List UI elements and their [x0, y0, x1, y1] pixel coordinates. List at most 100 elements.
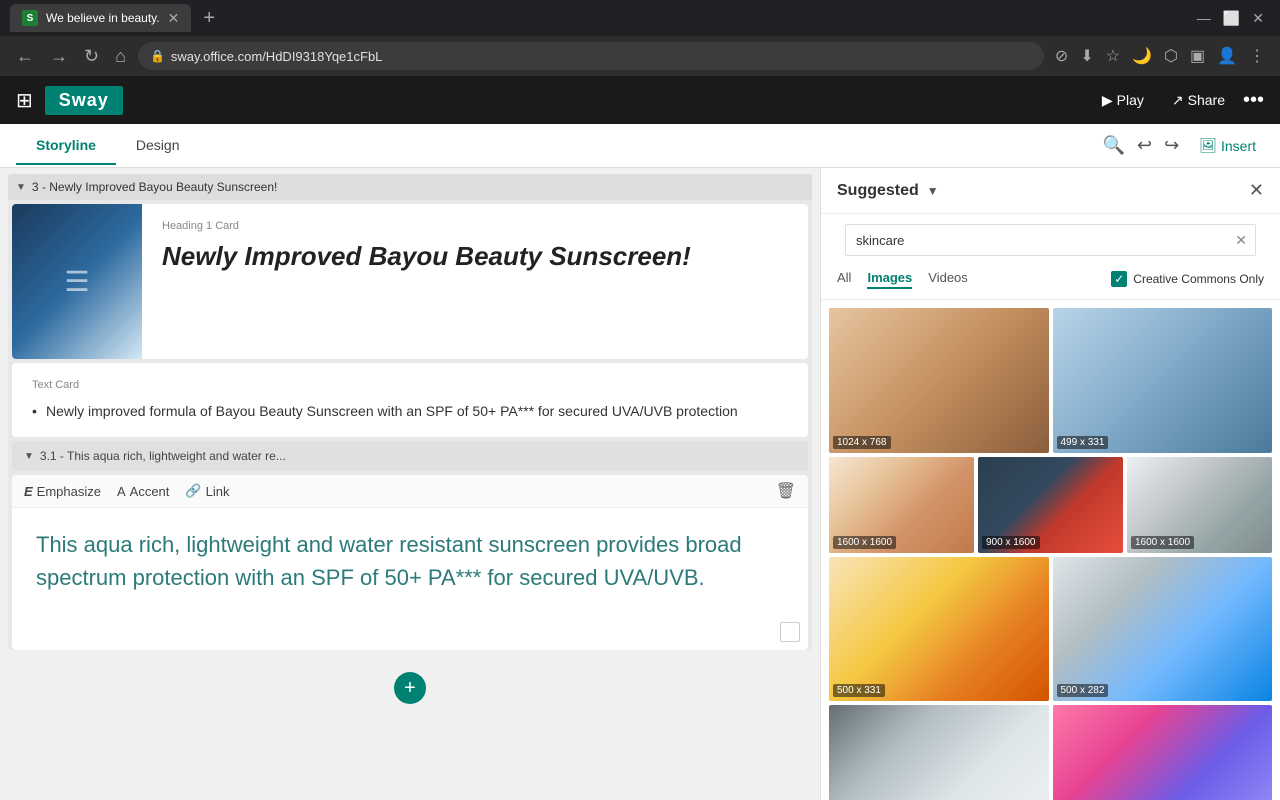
- tab-close-btn[interactable]: ✕: [168, 10, 180, 27]
- add-card-btn[interactable]: +: [394, 672, 426, 704]
- panel-close-btn[interactable]: ✕: [1249, 180, 1264, 201]
- storyline-panel: ▼ 3 - Newly Improved Bayou Beauty Sunscr…: [0, 168, 820, 800]
- browser-tab[interactable]: S We believe in beauty. ✕: [10, 4, 191, 32]
- emphasize-icon: E: [24, 484, 33, 499]
- image-placeholder-icon: ☰: [64, 265, 89, 298]
- image-thumb-2[interactable]: 499 x 331: [1053, 308, 1273, 453]
- tab-bar: Storyline Design 🔍 ↩ ↪ 🖼 Insert: [0, 124, 1280, 168]
- address-bar[interactable]: 🔒 sway.office.com/HdDI9318Yqe1cFbL: [138, 42, 1044, 70]
- image-thumb-1[interactable]: 1024 x 768: [829, 308, 1049, 453]
- thumb-inner-5: 1600 x 1600: [1127, 457, 1272, 553]
- edit-toolbar: E Emphasize A Accent 🔗 Link 🗑: [12, 475, 808, 508]
- browser-minimize-btn[interactable]: —: [1191, 10, 1217, 26]
- image-thumb-7[interactable]: 500 x 282: [1053, 557, 1273, 702]
- image-thumb-9[interactable]: 1000 x 1000: [1053, 705, 1273, 800]
- text-card[interactable]: Text Card Newly improved formula of Bayo…: [12, 363, 808, 437]
- heading-card-label: Heading 1 Card: [162, 220, 788, 232]
- profile-icon[interactable]: 👤: [1214, 46, 1240, 66]
- resize-handle[interactable]: [780, 622, 800, 642]
- card-content: Heading 1 Card Newly Improved Bayou Beau…: [142, 204, 808, 359]
- nav-actions: ⊘ ⬇ ☆ 🌙 ⬡ ▣ 👤 ⋮: [1052, 46, 1268, 66]
- cc-checkbox-container[interactable]: ✓ Creative Commons Only: [1111, 271, 1264, 287]
- download-icon[interactable]: ⬇: [1077, 46, 1096, 66]
- sway-logo: Sway: [45, 86, 123, 115]
- more-options-btn[interactable]: •••: [1243, 89, 1264, 112]
- star-icon[interactable]: ☆: [1103, 46, 1123, 66]
- tab-title: We believe in beauty.: [46, 11, 160, 25]
- filter-images-tab[interactable]: Images: [867, 268, 912, 289]
- accent-tool[interactable]: A Accent: [117, 484, 169, 499]
- accent-icon: A: [117, 484, 126, 499]
- settings-icon[interactable]: ⋮: [1246, 46, 1268, 66]
- lock-icon: 🔒: [150, 49, 165, 63]
- forward-btn[interactable]: →: [46, 44, 72, 69]
- browser-nav-bar: ← → ↻ ⌂ 🔒 sway.office.com/HdDI9318Yqe1cF…: [0, 36, 1280, 76]
- home-btn[interactable]: ⌂: [111, 44, 130, 69]
- undo-btn[interactable]: ↩: [1137, 135, 1152, 156]
- thumb-bg-6: [829, 557, 1049, 702]
- image-thumb-4[interactable]: 900 x 1600: [978, 457, 1123, 553]
- thumb-label-7: 500 x 282: [1057, 684, 1109, 697]
- filter-all-tab[interactable]: All: [837, 268, 851, 289]
- panel-dropdown-icon[interactable]: ▼: [927, 184, 939, 198]
- tab-design[interactable]: Design: [116, 127, 200, 165]
- thumb-label-6: 500 x 331: [833, 684, 885, 697]
- image-thumb-6[interactable]: 500 x 331: [829, 557, 1049, 702]
- insert-icon: 🖼: [1199, 137, 1217, 154]
- text-card-label: Text Card: [32, 379, 788, 391]
- thumb-bg-7: [1053, 557, 1273, 702]
- thumb-inner-7: 500 x 282: [1053, 557, 1273, 702]
- image-row-2: 1600 x 1600 900 x 1600 1600 x 1600: [829, 457, 1272, 553]
- search-btn[interactable]: 🔍: [1103, 135, 1125, 156]
- insert-button[interactable]: 🖼 Insert: [1191, 133, 1264, 158]
- browser-tab-bar: S We believe in beauty. ✕ + — ⬜ ✕: [0, 0, 1280, 36]
- image-thumb-5[interactable]: 1600 x 1600: [1127, 457, 1272, 553]
- header-actions: ▶ Play ↗ Share •••: [1092, 86, 1264, 115]
- story-item-3: ▼ 3 - Newly Improved Bayou Beauty Sunscr…: [8, 174, 812, 650]
- sub-collapse-icon[interactable]: ▼: [24, 451, 34, 462]
- extension-icon[interactable]: ⬡: [1161, 46, 1181, 66]
- search-input[interactable]: [846, 233, 1227, 248]
- play-icon: ▶: [1102, 92, 1113, 109]
- heading-card[interactable]: ☰ Heading 1 Card Newly Improved Bayou Be…: [12, 204, 808, 359]
- main-layout: ▼ 3 - Newly Improved Bayou Beauty Sunscr…: [0, 168, 1280, 800]
- play-button[interactable]: ▶ Play: [1092, 86, 1154, 115]
- panel-header: Suggested ▼ ✕: [821, 168, 1280, 214]
- tab-storyline[interactable]: Storyline: [16, 127, 116, 165]
- refresh-btn[interactable]: ↻: [80, 44, 103, 69]
- emphasize-tool[interactable]: E Emphasize: [24, 484, 101, 499]
- browser-maximize-btn[interactable]: ⬜: [1217, 10, 1246, 27]
- heading-card-title: Newly Improved Bayou Beauty Sunscreen!: [162, 240, 788, 274]
- delete-btn[interactable]: 🗑: [776, 481, 796, 501]
- sidebar-icon[interactable]: ▣: [1187, 46, 1208, 66]
- back-btn[interactable]: ←: [12, 44, 38, 69]
- image-thumb-8[interactable]: 800 x 533: [829, 705, 1049, 800]
- right-panel: Suggested ▼ ✕ ✕ All Images Videos ✓ Crea…: [820, 168, 1280, 800]
- link-icon: 🔗: [185, 483, 201, 499]
- edit-content[interactable]: This aqua rich, lightweight and water re…: [12, 508, 808, 614]
- waffle-menu-icon[interactable]: ⊞: [16, 88, 33, 113]
- image-thumb-3[interactable]: 1600 x 1600: [829, 457, 974, 553]
- app-header: ⊞ Sway ▶ Play ↗ Share •••: [0, 76, 1280, 124]
- browser-close-btn[interactable]: ✕: [1246, 10, 1270, 27]
- story-item-3-header[interactable]: ▼ 3 - Newly Improved Bayou Beauty Sunscr…: [8, 174, 812, 200]
- share-button[interactable]: ↗ Share: [1162, 86, 1235, 115]
- collapse-icon[interactable]: ▼: [16, 182, 26, 193]
- card-image: ☰: [12, 204, 142, 359]
- thumb-inner-3: 1600 x 1600: [829, 457, 974, 553]
- link-tool[interactable]: 🔗 Link: [185, 483, 229, 499]
- search-bar: ✕: [845, 224, 1256, 256]
- thumb-inner-4: 900 x 1600: [978, 457, 1123, 553]
- thumb-label-5: 1600 x 1600: [1131, 536, 1194, 549]
- redo-btn[interactable]: ↪: [1164, 135, 1179, 156]
- text-card-item: Newly improved formula of Bayou Beauty S…: [32, 401, 788, 421]
- tab-bar-actions: 🔍 ↩ ↪ 🖼 Insert: [1103, 133, 1264, 158]
- new-tab-btn[interactable]: +: [203, 7, 215, 30]
- sub-item-3-1-header[interactable]: ▼ 3.1 - This aqua rich, lightweight and …: [12, 441, 808, 471]
- thumb-label-4: 900 x 1600: [982, 536, 1040, 549]
- search-clear-btn[interactable]: ✕: [1227, 232, 1255, 249]
- filter-videos-tab[interactable]: Videos: [928, 268, 968, 289]
- add-btn-container: +: [0, 656, 820, 720]
- share-icon: ↗: [1172, 92, 1184, 109]
- cc-check-mark: ✓: [1111, 271, 1127, 287]
